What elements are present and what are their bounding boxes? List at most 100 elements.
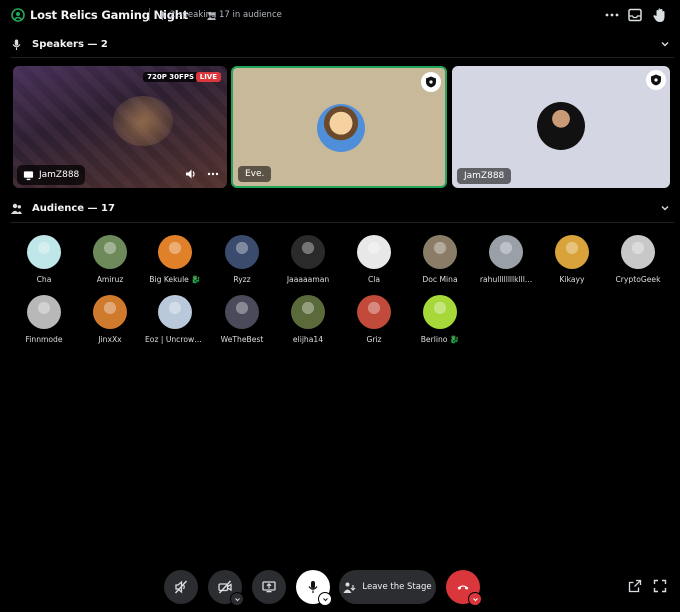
avatar <box>357 235 391 269</box>
divider <box>10 57 674 58</box>
live-badge: LIVE <box>195 72 221 82</box>
avatar <box>291 235 325 269</box>
avatar <box>158 295 192 329</box>
audience-member[interactable]: elijha14 <box>278 295 338 344</box>
avatar <box>357 295 391 329</box>
avatar <box>621 235 655 269</box>
raise-hand-icon[interactable] <box>652 7 668 23</box>
avatar <box>489 235 523 269</box>
avatar <box>93 295 127 329</box>
audience-member[interactable]: Finnmode <box>14 295 74 344</box>
screen-share-icon <box>262 581 276 593</box>
audience-member-name: Cla <box>367 275 381 284</box>
screen-icon <box>23 170 34 180</box>
fullscreen-icon[interactable] <box>653 579 667 593</box>
avatar <box>291 295 325 329</box>
audience-member-name: Berlino 🐉 <box>420 335 460 344</box>
audience-member-name: Jaaaaaman <box>286 275 330 284</box>
avatar <box>225 295 259 329</box>
audience-member[interactable]: Amiruz <box>80 235 140 284</box>
leave-stage-icon <box>343 582 356 593</box>
speakers-label: Speakers — 2 <box>32 38 108 50</box>
audience-member-name: JinxXx <box>98 335 122 344</box>
disconnect-icon <box>457 585 469 590</box>
speaker-tile-stream[interactable]: 720P 30FPS LIVE JamZ888 <box>13 66 227 188</box>
popout-icon[interactable] <box>628 579 642 593</box>
audience-member[interactable]: WeTheBest <box>212 295 272 344</box>
speaker-avatar <box>537 102 585 150</box>
mic-options-button[interactable] <box>318 592 332 606</box>
shield-icon <box>651 74 661 86</box>
more-icon[interactable] <box>207 168 219 180</box>
avatar <box>93 235 127 269</box>
audience-member[interactable]: Eoz | Uncrown... <box>145 295 205 344</box>
speaker-name: JamZ888 <box>39 170 80 180</box>
chevron-down-icon <box>472 597 478 601</box>
disconnect-options-button[interactable] <box>468 592 482 606</box>
audience-member-name: Finnmode <box>25 335 63 344</box>
audience-count: 17 in audience <box>207 10 282 20</box>
avatar <box>423 295 457 329</box>
microphone-button[interactable] <box>296 570 332 606</box>
audience-member[interactable]: Griz <box>344 295 404 344</box>
leave-stage-label: Leave the Stage <box>362 582 432 592</box>
top-bar: Lost Relics Gaming Night 2 speaking 17 i… <box>0 0 680 30</box>
moderator-badge <box>646 70 666 90</box>
audience-header[interactable]: Audience — 17 <box>0 198 680 218</box>
audience-member[interactable]: Kikayy <box>542 235 602 284</box>
speaker-tile-eve[interactable]: Eve. <box>231 66 447 188</box>
camera-button[interactable] <box>208 570 244 606</box>
audience-member-name: Amiruz <box>96 275 124 284</box>
stream-name-bar: JamZ888 <box>17 165 86 185</box>
camera-off-icon <box>218 580 232 594</box>
chevron-down-icon[interactable] <box>660 39 670 49</box>
speaker-name: Eve. <box>238 166 272 182</box>
avatar <box>423 235 457 269</box>
people-icon <box>11 203 22 214</box>
audience-label: Audience — 17 <box>32 202 115 214</box>
stream-highlight <box>113 96 173 146</box>
audience-member-name: Ryzz <box>233 275 251 284</box>
audience-member[interactable]: Berlino 🐉 <box>410 295 470 344</box>
audience-member[interactable]: Cha <box>14 235 74 284</box>
avatar <box>27 235 61 269</box>
audience-member[interactable]: Jaaaaaman <box>278 235 338 284</box>
audience-member-name: CryptoGeek <box>615 275 661 284</box>
speaker-tile-jamz888[interactable]: JamZ888 <box>452 66 670 188</box>
audience-member[interactable]: Cla <box>344 235 404 284</box>
audience-member[interactable]: JinxXx <box>80 295 140 344</box>
microphone-icon <box>308 581 318 593</box>
audience-member-name: Griz <box>366 335 382 344</box>
leave-stage-button[interactable]: Leave the Stage <box>339 570 436 604</box>
audience-member-name: elijha14 <box>292 335 324 344</box>
mute-button[interactable] <box>164 570 198 604</box>
divider <box>149 8 150 21</box>
mic-icon <box>12 39 21 50</box>
avatar <box>27 295 61 329</box>
speakers-header[interactable]: Speakers — 2 <box>0 34 680 54</box>
audience-member-name: Doc Mina <box>422 275 458 284</box>
audience-member[interactable]: Doc Mina <box>410 235 470 284</box>
mic-icon <box>159 10 166 20</box>
moderator-badge <box>421 72 441 92</box>
chevron-down-icon <box>322 597 328 601</box>
audience-member[interactable]: Big Kekule 🐉 <box>145 235 205 284</box>
shield-icon <box>426 76 436 88</box>
speaker-name: JamZ888 <box>457 168 512 184</box>
audience-member[interactable]: Ryzz <box>212 235 272 284</box>
audience-member[interactable]: CryptoGeek <box>608 235 668 284</box>
screen-share-button[interactable] <box>252 570 286 604</box>
chevron-down-icon[interactable] <box>660 203 670 213</box>
more-icon[interactable] <box>604 7 620 23</box>
volume-icon[interactable] <box>185 168 197 180</box>
speaker-avatar <box>317 104 365 152</box>
camera-options-button[interactable] <box>230 592 244 606</box>
inbox-icon[interactable] <box>627 7 643 23</box>
audience-member[interactable]: rahullllllllklll... <box>476 235 536 284</box>
audience-member-name: Cha <box>36 275 52 284</box>
avatar <box>555 235 589 269</box>
audience-member-name: Eoz | Uncrown... <box>145 335 205 344</box>
audience-member-name: Kikayy <box>559 275 585 284</box>
audience-member-name: WeTheBest <box>220 335 264 344</box>
disconnect-button[interactable] <box>446 570 482 606</box>
